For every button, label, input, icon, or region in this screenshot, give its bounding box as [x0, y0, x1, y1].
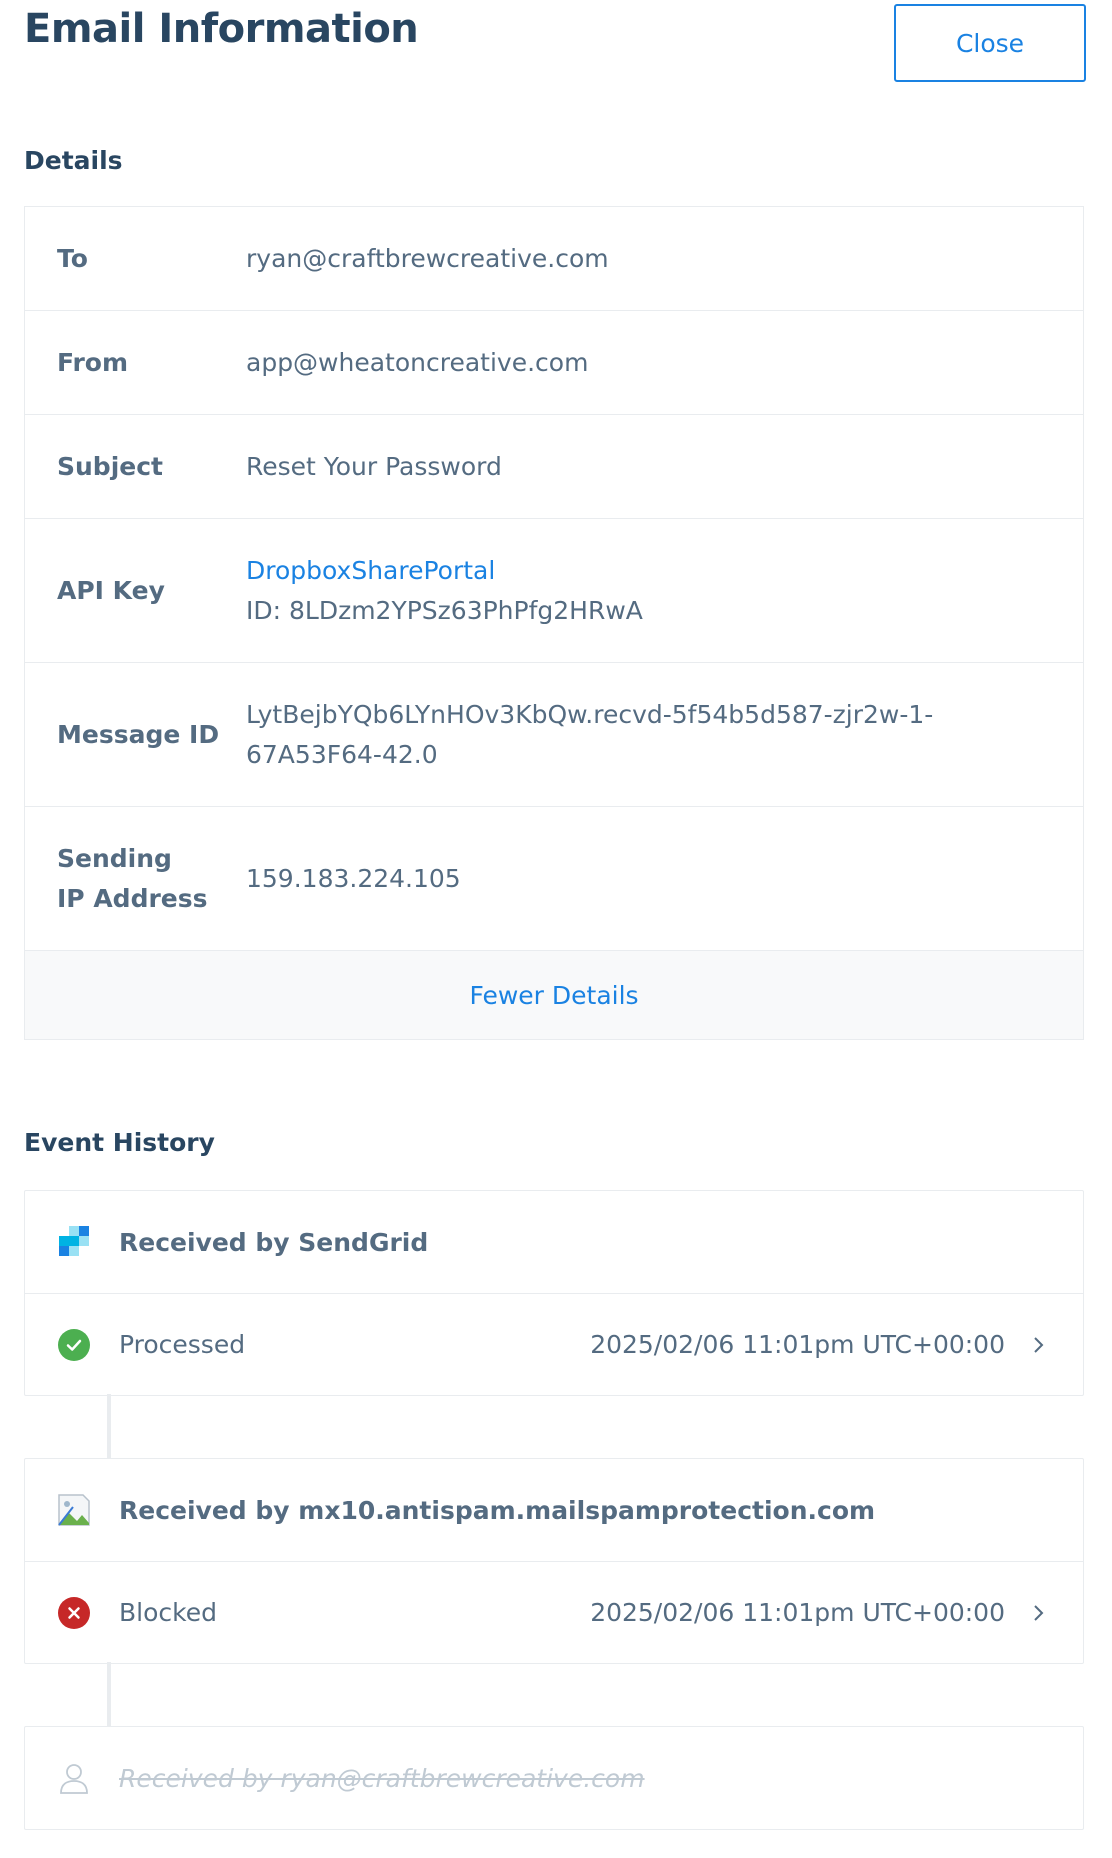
- message-id-line-1: LytBejbYQb6LYnHOv3KbQw.recvd-5f54b5d587-…: [246, 699, 934, 729]
- broken-image-icon: [57, 1493, 91, 1527]
- message-id-line-2: 67A53F64-42.0: [246, 739, 438, 769]
- event-group-mx10: Received by mx10.antispam.mailspamprotec…: [24, 1458, 1084, 1664]
- close-button[interactable]: Close: [894, 4, 1086, 82]
- event-row-processed[interactable]: Processed 2025/02/06 11:01pm UTC+00:00: [25, 1293, 1083, 1395]
- detail-value: 159.183.224.105: [246, 863, 461, 893]
- check-circle-icon: [57, 1328, 91, 1362]
- x-circle-icon: [57, 1596, 91, 1630]
- detail-row-sending-ip: Sending IP Address 159.183.224.105: [25, 807, 1083, 951]
- page-title: Email Information: [24, 6, 419, 52]
- detail-row-subject: Subject Reset Your Password: [25, 415, 1083, 519]
- event-group-title: Received by mx10.antispam.mailspamprotec…: [119, 1495, 876, 1525]
- event-timestamp: 2025/02/06 11:01pm UTC+00:00: [590, 1330, 1005, 1359]
- detail-row-api-key: API Key DropboxSharePortal ID: 8LDzm2YPS…: [25, 519, 1083, 663]
- detail-label: Subject: [57, 451, 163, 481]
- event-group-sendgrid: Received by SendGrid Processed 2025/02/0…: [24, 1190, 1084, 1396]
- detail-value: Reset Your Password: [246, 451, 502, 481]
- event-group-header: Received by SendGrid: [25, 1191, 1083, 1293]
- event-timestamp: 2025/02/06 11:01pm UTC+00:00: [590, 1598, 1005, 1627]
- detail-label: From: [57, 347, 129, 377]
- api-key-link[interactable]: DropboxSharePortal: [246, 551, 643, 591]
- detail-label: Sending IP Address: [25, 839, 246, 919]
- detail-label: Message ID: [57, 719, 220, 749]
- detail-row-from: From app@wheatoncreative.com: [25, 311, 1083, 415]
- user-icon: [57, 1761, 91, 1795]
- event-connector-line: [107, 1394, 111, 1458]
- detail-value: LytBejbYQb6LYnHOv3KbQw.recvd-5f54b5d587-…: [246, 695, 933, 775]
- event-connector-line: [107, 1662, 111, 1726]
- detail-label: API Key: [57, 575, 165, 605]
- event-group-title: Received by SendGrid: [119, 1227, 429, 1257]
- detail-value: DropboxSharePortal ID: 8LDzm2YPSz63PhPfg…: [246, 551, 643, 631]
- event-status: Blocked: [119, 1598, 217, 1627]
- event-history-title: Event History: [24, 1128, 215, 1157]
- chevron-right-icon[interactable]: [1027, 1334, 1049, 1356]
- detail-value: app@wheatoncreative.com: [246, 347, 589, 377]
- detail-value: ryan@craftbrewcreative.com: [246, 243, 609, 273]
- details-table: To ryan@craftbrewcreative.com From app@w…: [24, 206, 1084, 1040]
- detail-label-line-2: IP Address: [57, 883, 208, 913]
- detail-label: To: [57, 243, 88, 273]
- event-row-blocked[interactable]: Blocked 2025/02/06 11:01pm UTC+00:00: [25, 1561, 1083, 1663]
- detail-row-message-id: Message ID LytBejbYQb6LYnHOv3KbQw.recvd-…: [25, 663, 1083, 807]
- email-information-panel: Email Information Close Details To ryan@…: [0, 0, 1112, 1858]
- detail-label-line-1: Sending: [57, 843, 172, 873]
- event-group-header: Received by ryan@craftbrewcreative.com: [25, 1727, 1083, 1829]
- details-section-title: Details: [24, 146, 123, 175]
- event-group-recipient: Received by ryan@craftbrewcreative.com: [24, 1726, 1084, 1830]
- fewer-details-button[interactable]: Fewer Details: [25, 951, 1083, 1039]
- detail-row-to: To ryan@craftbrewcreative.com: [25, 207, 1083, 311]
- api-key-id: ID: 8LDzm2YPSz63PhPfg2HRwA: [246, 595, 643, 625]
- sendgrid-logo-icon: [57, 1225, 91, 1259]
- event-group-header: Received by mx10.antispam.mailspamprotec…: [25, 1459, 1083, 1561]
- chevron-right-icon[interactable]: [1027, 1602, 1049, 1624]
- event-status: Processed: [119, 1330, 246, 1359]
- event-group-title: Received by ryan@craftbrewcreative.com: [119, 1763, 645, 1793]
